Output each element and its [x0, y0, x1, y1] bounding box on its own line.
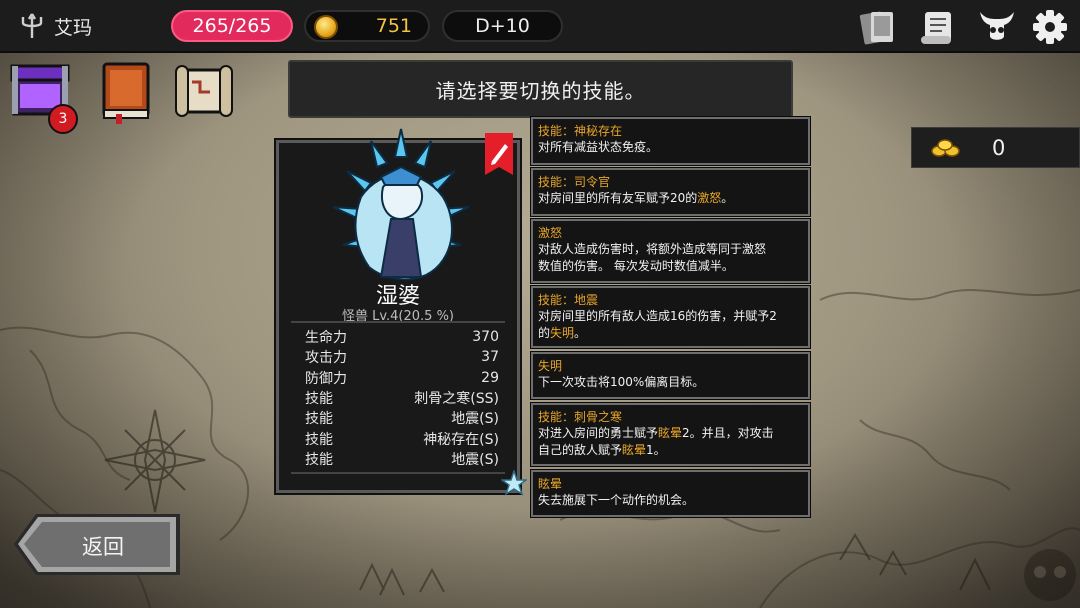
card-deck-icon[interactable]	[858, 8, 898, 46]
divider	[291, 321, 505, 327]
map-scroll-icon	[175, 65, 233, 117]
spell-book-icon	[102, 62, 150, 124]
scroll-list-icon[interactable]	[918, 8, 958, 46]
skill-desc-text: 自己的敌人赋予	[538, 443, 623, 457]
skill-desc: 对房间里的所有友军赋予20的激怒。	[538, 190, 802, 207]
divider	[291, 472, 505, 478]
stat-label: 攻击力	[305, 350, 347, 367]
stat-row-skill-2[interactable]: 技能 地震(S)	[295, 408, 501, 428]
day-counter: D+10	[442, 10, 563, 42]
skill-title: 技能：刺骨之寒	[538, 410, 623, 424]
instruction-banner: 请选择要切换的技能。	[288, 60, 793, 118]
chest-count-badge: 3	[48, 104, 78, 134]
skill-info-mysterious-presence: 技能：神秘存在 对所有减益状态免疫。	[530, 116, 811, 166]
star-rank-icon	[501, 470, 527, 496]
player-name: 艾玛	[54, 16, 93, 39]
skill-info-commander: 技能：司令官 对房间里的所有友军赋予20的激怒。	[530, 167, 811, 217]
stat-label: 技能	[305, 431, 333, 448]
stat-value: 370	[472, 329, 499, 346]
skill-info-earthquake: 技能：地震 对房间里的所有敌人造成16的伤害，并赋予2 的失明。	[530, 285, 811, 349]
skill-name: 地震(S)	[451, 411, 499, 428]
skill-desc-text: 对进入房间的勇士赋予	[538, 426, 659, 440]
stat-row-skill-4[interactable]: 技能 地震(S)	[295, 449, 501, 469]
skill-title: 技能：地震	[538, 293, 599, 307]
skill-info-blind: 失明 下一次攻击将100%偏离目标。	[530, 351, 811, 400]
gold-amount: 751	[375, 15, 412, 37]
skill-desc: 数值的伤害。 每次发动时数值减半。	[538, 259, 734, 273]
gold-pile-icon	[931, 139, 960, 157]
skill-name: 神秘存在(S)	[423, 431, 499, 448]
keyword-stun: 眩晕	[622, 443, 647, 457]
stat-row-attack: 攻击力 37	[295, 347, 501, 367]
monster-stats: 生命力 370 攻击力 37 防御力 29 技能 刺骨之寒(SS) 技能 地震(…	[291, 321, 505, 478]
reward-gold-panel: 0	[911, 127, 1080, 168]
top-bar: 艾玛 265/265 751 D+10	[0, 0, 1080, 53]
stat-row-skill-1[interactable]: 技能 刺骨之寒(SS)	[295, 388, 501, 408]
coin-icon	[314, 15, 338, 39]
skill-name: 刺骨之寒(SS)	[414, 391, 499, 408]
skill-info-piercing-cold: 技能：刺骨之寒 对进入房间的勇士赋予眩晕2。并且，对攻击 自己的敌人赋予眩晕1。	[530, 402, 811, 467]
monster-portrait	[332, 128, 470, 281]
keyword-stun: 眩晕	[658, 426, 683, 440]
skill-info-rage: 激怒 对敌人造成伤害时，将额外造成等同于激怒 数值的伤害。 每次发动时数值减半。	[530, 218, 811, 284]
stat-value: 29	[481, 369, 499, 386]
stat-label: 技能	[305, 391, 333, 408]
skill-title: 技能：司令官	[538, 175, 611, 189]
stat-row-defense: 防御力 29	[295, 368, 501, 388]
keyword-rage: 激怒	[697, 191, 722, 205]
stat-label: 生命力	[305, 330, 347, 347]
trident-icon	[21, 13, 43, 38]
skill-desc-text: 。	[574, 326, 587, 340]
keyword-blind: 失明	[550, 326, 575, 340]
skill-desc-text: 2。并且，对攻击	[682, 426, 774, 440]
gold-display: 751	[304, 10, 430, 42]
skill-title: 激怒	[538, 226, 563, 240]
stat-label: 防御力	[305, 370, 347, 387]
skill-desc: 自己的敌人赋予眩晕1。	[538, 442, 802, 459]
stat-value: 37	[481, 349, 499, 366]
player-info: 艾玛	[20, 12, 92, 40]
gear-icon[interactable]	[1030, 8, 1070, 46]
skill-desc: 失去施展下一个动作的机会。	[538, 493, 695, 507]
monster-card: 湿婆 怪兽 Lv.4(20.5 %) 生命力 370 攻击力 37 防御力 29…	[274, 128, 527, 496]
skill-desc: 下一次攻击将100%偏离目标。	[538, 375, 705, 389]
stat-label: 技能	[305, 411, 333, 428]
skill-desc: 的失明。	[538, 325, 802, 342]
skill-desc: 对房间里的所有敌人造成16的伤害，并赋予2	[538, 309, 777, 323]
skill-name: 地震(S)	[451, 451, 499, 468]
skill-desc: 对敌人造成伤害时，将额外造成等同于激怒	[538, 242, 767, 256]
hp-display: 265/265	[171, 10, 293, 42]
skill-title: 失明	[538, 359, 563, 373]
stat-row-skill-3[interactable]: 技能 神秘存在(S)	[295, 428, 501, 448]
demon-horn-icon[interactable]	[977, 8, 1017, 46]
skill-desc: 对所有减益状态免疫。	[538, 140, 659, 154]
stat-row-hp: 生命力 370	[295, 327, 501, 347]
back-button[interactable]: 返回	[14, 514, 180, 575]
spell-book-button[interactable]	[94, 58, 158, 124]
skill-desc-text: 的	[538, 326, 551, 340]
skill-info-stun: 眩晕 失去施展下一个动作的机会。	[530, 469, 811, 518]
reward-value: 0	[992, 136, 1006, 160]
edit-pencil-icon[interactable]	[485, 133, 513, 175]
skill-desc-text: 1。	[646, 443, 666, 457]
skill-desc: 对进入房间的勇士赋予眩晕2。并且，对攻击	[538, 425, 802, 442]
map-scroll-button[interactable]	[172, 58, 236, 124]
skill-title: 眩晕	[538, 477, 563, 491]
skill-desc-text: 对房间里的所有友军赋予20的	[538, 191, 698, 205]
skill-title: 技能：神秘存在	[538, 124, 623, 138]
treasure-chest-button[interactable]: 3	[8, 58, 78, 134]
stat-label: 技能	[305, 451, 333, 468]
back-button-label: 返回	[82, 535, 124, 559]
skill-desc-text: 。	[721, 191, 734, 205]
